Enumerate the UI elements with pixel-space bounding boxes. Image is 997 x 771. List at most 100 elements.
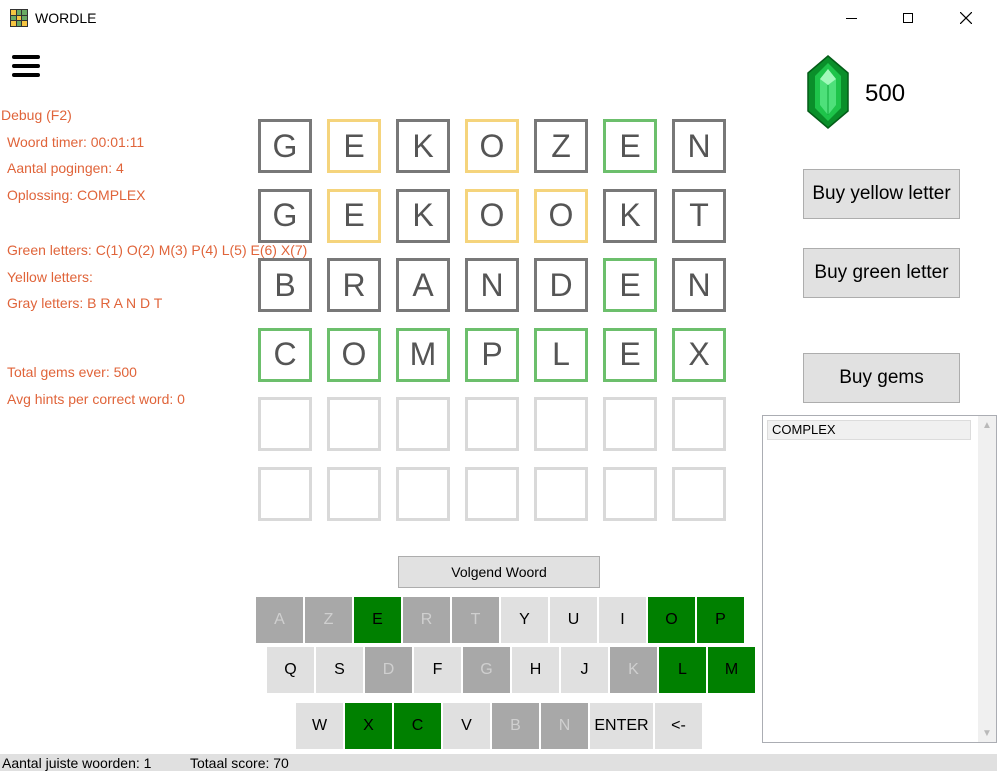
debug-timer: Woord timer: 00:01:11 — [7, 134, 145, 150]
key-t[interactable]: T — [452, 597, 499, 643]
key-j[interactable]: J — [561, 647, 608, 693]
board-tile: E — [327, 188, 381, 243]
board-tile: G — [258, 188, 312, 243]
key-d[interactable]: D — [365, 647, 412, 693]
key-l[interactable]: L — [659, 647, 706, 693]
board-tile: C — [258, 327, 312, 382]
close-icon — [960, 12, 972, 24]
buy-yellow-letter-button[interactable]: Buy yellow letter — [803, 169, 960, 219]
gem-count: 500 — [865, 80, 906, 107]
key-b[interactable]: B — [492, 703, 539, 749]
board-tile: E — [603, 327, 657, 382]
buy-green-letter-button[interactable]: Buy green letter — [803, 248, 960, 298]
minimize-icon — [845, 17, 857, 19]
debug-header: Debug (F2) — [1, 107, 72, 123]
board-tile: A — [396, 258, 450, 312]
board-tile: O — [327, 327, 381, 382]
key-k[interactable]: K — [610, 647, 657, 693]
key-i[interactable]: I — [599, 597, 646, 643]
debug-total-gems: Total gems ever: 500 — [7, 364, 137, 380]
key-g[interactable]: G — [463, 647, 510, 693]
debug-attempts: Aantal pogingen: 4 — [7, 160, 124, 176]
key-s[interactable]: S — [316, 647, 363, 693]
key-z[interactable]: Z — [305, 597, 352, 643]
board-tile: O — [534, 188, 588, 243]
board-tile: E — [603, 119, 657, 173]
debug-avg-hints: Avg hints per correct word: 0 — [7, 391, 185, 407]
board-tile: O — [465, 119, 519, 173]
board-tile: B — [258, 258, 312, 312]
board-tile: N — [465, 258, 519, 312]
board-tile: E — [603, 258, 657, 312]
board-tile: L — [534, 327, 588, 382]
debug-solution: Oplossing: COMPLEX — [7, 187, 146, 203]
key-v[interactable]: V — [443, 703, 490, 749]
board-tile: Z — [534, 119, 588, 173]
buy-gems-button[interactable]: Buy gems — [803, 353, 960, 403]
key-x[interactable]: X — [345, 703, 392, 749]
board-tile: K — [396, 119, 450, 173]
word-list-scrollbar[interactable]: ▲ ▼ — [978, 416, 996, 742]
board-tile: K — [603, 188, 657, 243]
minimize-button[interactable] — [828, 0, 874, 36]
status-bar: Aantal juiste woorden: 1 Totaal score: 7… — [0, 754, 997, 771]
board-tile — [534, 466, 588, 521]
board-tile: D — [534, 258, 588, 312]
key-y[interactable]: Y — [501, 597, 548, 643]
key-w[interactable]: W — [296, 703, 343, 749]
maximize-icon — [903, 13, 913, 23]
key-p[interactable]: P — [697, 597, 744, 643]
debug-gray-letters: Gray letters: B R A N D T — [7, 295, 163, 311]
word-list[interactable]: COMPLEX ▲ ▼ — [762, 415, 997, 743]
board-tile: E — [327, 119, 381, 173]
board-tile — [672, 466, 726, 521]
next-word-button[interactable]: Volgend Woord — [398, 556, 600, 588]
wordle-app-icon — [10, 9, 28, 27]
list-item[interactable]: COMPLEX — [767, 420, 971, 440]
hamburger-menu-icon[interactable] — [12, 55, 40, 79]
emerald-gem-icon — [807, 55, 849, 129]
board-tile — [396, 466, 450, 521]
key-f[interactable]: F — [414, 647, 461, 693]
scroll-down-icon[interactable]: ▼ — [978, 724, 996, 742]
board-tile — [672, 397, 726, 451]
key-c[interactable]: C — [394, 703, 441, 749]
key-h[interactable]: H — [512, 647, 559, 693]
board-tile — [396, 397, 450, 451]
board-tile — [603, 466, 657, 521]
key-m[interactable]: M — [708, 647, 755, 693]
close-button[interactable] — [943, 0, 989, 36]
key-a[interactable]: A — [256, 597, 303, 643]
board-tile: P — [465, 327, 519, 382]
board-tile: N — [672, 258, 726, 312]
board-tile: G — [258, 119, 312, 173]
key-enter[interactable]: ENTER — [590, 703, 653, 749]
maximize-button[interactable] — [885, 0, 931, 36]
correct-words-count: Aantal juiste woorden: 1 — [2, 755, 152, 771]
board-tile — [465, 397, 519, 451]
scroll-up-icon[interactable]: ▲ — [978, 416, 996, 434]
title-bar: WORDLE — [0, 0, 997, 36]
board-tile: R — [327, 258, 381, 312]
board-tile — [327, 397, 381, 451]
window-title: WORDLE — [35, 10, 97, 26]
key-n[interactable]: N — [541, 703, 588, 749]
board-tile — [258, 466, 312, 521]
key-u[interactable]: U — [550, 597, 597, 643]
board-tile: T — [672, 188, 726, 243]
board-tile: O — [465, 188, 519, 243]
board-tile: N — [672, 119, 726, 173]
key-e[interactable]: E — [354, 597, 401, 643]
board-tile — [327, 466, 381, 521]
total-score: Totaal score: 70 — [190, 755, 289, 771]
key-backspace[interactable]: <- — [655, 703, 702, 749]
debug-yellow-letters: Yellow letters: — [7, 269, 93, 285]
board-tile — [258, 397, 312, 451]
board-tile — [534, 397, 588, 451]
key-r[interactable]: R — [403, 597, 450, 643]
key-q[interactable]: Q — [267, 647, 314, 693]
board-tile: X — [672, 327, 726, 382]
board-tile: K — [396, 188, 450, 243]
key-o[interactable]: O — [648, 597, 695, 643]
board-tile: M — [396, 327, 450, 382]
